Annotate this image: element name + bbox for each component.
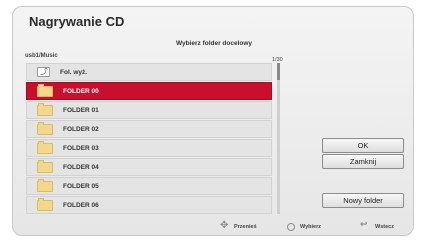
move-hint-label: Przenieś (234, 224, 257, 230)
list-item-label: FOLDER 06 (63, 201, 99, 209)
list-item-parent-folder[interactable]: Fol. wyż. (26, 63, 272, 81)
list-item-label: FOLDER 04 (63, 163, 99, 171)
list-item-label: FOLDER 01 (63, 106, 99, 114)
footer-move-hint: Przenieś (220, 220, 257, 234)
current-path: usb1/Music (25, 53, 58, 59)
list-item-folder-04[interactable]: FOLDER 04 (26, 158, 272, 176)
select-hint-label: Wybierz (300, 224, 321, 230)
folder-icon (37, 102, 53, 116)
back-hint-label: Wstecz (375, 224, 394, 230)
list-item-label: Fol. wyż. (60, 68, 88, 76)
list-item-folder-02[interactable]: FOLDER 02 (26, 120, 272, 138)
list-scrollbar[interactable] (277, 63, 280, 214)
dialog-title: Nagrywanie CD (29, 14, 125, 29)
scrollbar-thumb[interactable] (277, 63, 280, 80)
close-button[interactable]: Zamknij (322, 154, 404, 169)
folder-list: Fol. wyż. FOLDER 00 FOLDER 01 FOLDER 02 … (26, 63, 272, 215)
list-item-label: FOLDER 00 (63, 87, 99, 95)
move-arrows-icon (220, 220, 229, 232)
back-arrow-icon (360, 220, 370, 231)
list-item-folder-00[interactable]: FOLDER 00 (26, 82, 272, 100)
list-item-folder-03[interactable]: FOLDER 03 (26, 139, 272, 157)
folder-icon (37, 159, 53, 173)
new-folder-button[interactable]: Nowy folder (322, 193, 404, 208)
footer-select-hint: Wybierz (287, 220, 321, 234)
folder-icon (37, 140, 53, 154)
parent-folder-icon (37, 66, 50, 77)
list-item-label: FOLDER 05 (63, 182, 99, 190)
list-item-folder-06[interactable]: FOLDER 06 (26, 196, 272, 214)
footer-back-hint: Wstecz (360, 220, 394, 234)
list-item-folder-05[interactable]: FOLDER 05 (26, 177, 272, 195)
dialog-subtitle: Wybierz folder docelowy (175, 40, 253, 47)
folder-icon (37, 197, 53, 211)
ok-button[interactable]: OK (322, 138, 404, 153)
list-item-label: FOLDER 02 (63, 125, 99, 133)
ok-circle-icon (287, 223, 295, 231)
list-item-label: FOLDER 03 (63, 144, 99, 152)
folder-icon (37, 83, 53, 97)
folder-icon (37, 178, 53, 192)
folder-icon (37, 121, 53, 135)
list-item-folder-01[interactable]: FOLDER 01 (26, 101, 272, 119)
